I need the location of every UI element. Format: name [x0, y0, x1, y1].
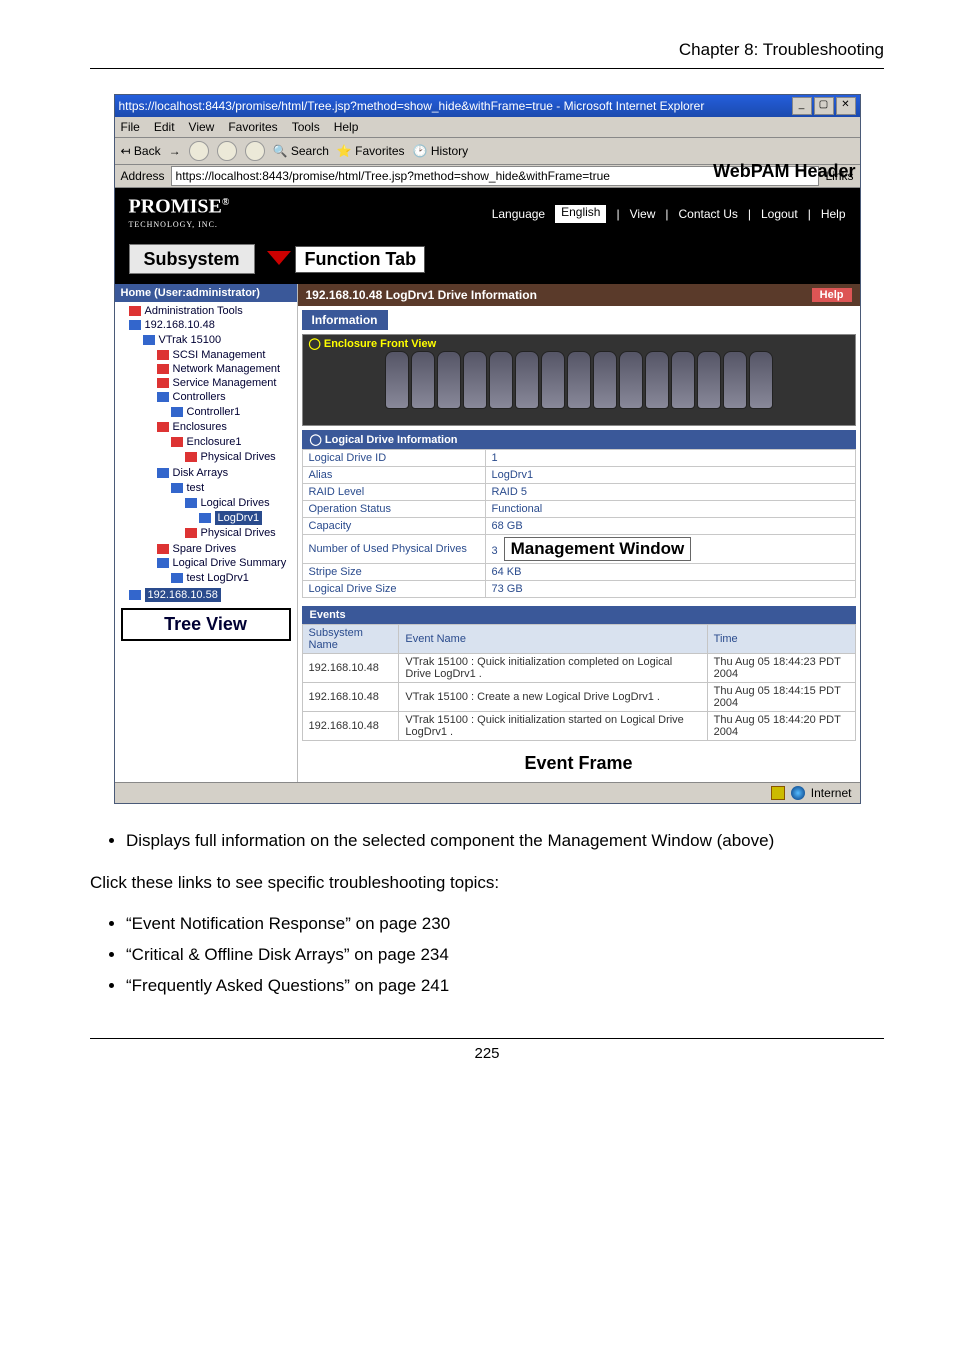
callout-arrow-icon [267, 251, 291, 265]
favorites-button[interactable]: ⭐ Favorites [337, 144, 405, 158]
link-contact[interactable]: Contact Us [679, 207, 738, 221]
tree-item[interactable]: VTrak 15100 [159, 334, 222, 346]
subsystem-tab[interactable]: Subsystem [129, 244, 255, 274]
address-label: Address [121, 169, 165, 183]
events-table: Subsystem Name Event Name Time 192.168.1… [302, 624, 856, 741]
browser-window: https://localhost:8443/promise/html/Tree… [114, 94, 861, 804]
chapter-heading: Chapter 8: Troubleshooting [90, 40, 884, 60]
link-view[interactable]: View [630, 207, 656, 221]
link-item: “Critical & Offline Disk Arrays” on page… [126, 943, 884, 968]
tree-item[interactable]: SCSI Management [173, 349, 266, 361]
help-button[interactable]: Help [812, 288, 852, 302]
callout-event-frame: Event Frame [298, 749, 860, 782]
maximize-button[interactable]: ▢ [814, 97, 834, 115]
table-row: 192.168.10.48VTrak 15100 : Quick initial… [302, 654, 855, 683]
logical-drive-info-title: ◯ Logical Drive Information [302, 430, 856, 449]
callout-tree-view: Tree View [121, 608, 291, 641]
tree-item[interactable]: 192.168.10.58 [145, 588, 221, 602]
tree-home[interactable]: Home (User:administrator) [115, 284, 297, 302]
tree-item[interactable]: Enclosures [173, 421, 227, 433]
callout-function-tab: Function Tab [295, 246, 425, 273]
footer-rule [90, 1038, 884, 1039]
tree-item[interactable]: Spare Drives [173, 543, 237, 555]
link-logout[interactable]: Logout [761, 207, 798, 221]
close-button[interactable]: ✕ [836, 97, 856, 115]
info-table: Logical Drive ID1 AliasLogDrv1 RAID Leve… [302, 449, 856, 598]
callout-header: WebPAM Header [713, 161, 855, 182]
tree-item[interactable]: Disk Arrays [173, 467, 229, 479]
lock-icon [771, 786, 785, 800]
tree-item[interactable]: Logical Drive Summary [173, 557, 287, 569]
forward-button[interactable]: → [169, 144, 181, 158]
language-select[interactable]: English [555, 205, 606, 223]
tree-admin[interactable]: Administration Tools [145, 305, 243, 317]
tree-item[interactable]: Controller1 [187, 406, 241, 418]
tree-item[interactable]: Physical Drives [201, 451, 276, 463]
window-titlebar: https://localhost:8443/promise/html/Tree… [115, 95, 860, 117]
refresh-icon[interactable] [217, 141, 237, 161]
lead-text: Click these links to see specific troubl… [90, 871, 884, 896]
stop-icon[interactable] [189, 141, 209, 161]
breadcrumb: 192.168.10.48 LogDrv1 Drive Information [306, 288, 537, 302]
menu-tools[interactable]: Tools [292, 120, 320, 134]
events-title: Events [302, 606, 856, 624]
status-bar: Internet [115, 782, 860, 803]
tree-item[interactable]: Service Management [173, 377, 277, 389]
search-button[interactable]: 🔍 Search [273, 144, 329, 158]
tree-item-selected[interactable]: LogDrv1 [215, 511, 263, 525]
brand-logo: PROMISE®TECHNOLOGY, INC. [129, 196, 230, 232]
history-button[interactable]: 🕑 History [413, 144, 469, 158]
tree-host[interactable]: 192.168.10.48 [145, 319, 215, 331]
toolbar[interactable]: ↤ Back → 🔍 Search ⭐ Favorites 🕑 History … [115, 138, 860, 165]
tree-item[interactable]: Network Management [173, 363, 281, 375]
table-row: 192.168.10.48VTrak 15100 : Quick initial… [302, 712, 855, 741]
tree-item[interactable]: test [187, 482, 205, 494]
tree-item[interactable]: Physical Drives [201, 527, 276, 539]
menu-favorites[interactable]: Favorites [228, 120, 277, 134]
tree-item[interactable]: test LogDrv1 [187, 572, 249, 584]
col-subsystem[interactable]: Subsystem Name [302, 625, 399, 654]
status-zone: Internet [811, 786, 852, 800]
tree-item[interactable]: Controllers [173, 391, 226, 403]
tree-item[interactable]: Logical Drives [201, 497, 270, 509]
callout-management-window: Management Window [504, 537, 692, 561]
minimize-button[interactable]: _ [792, 97, 812, 115]
rule [90, 68, 884, 69]
page-number: 225 [90, 1045, 884, 1062]
table-row: 192.168.10.48VTrak 15100 : Create a new … [302, 683, 855, 712]
enclosure-title: ◯ Enclosure Front View [309, 337, 437, 350]
tab-information[interactable]: Information [302, 310, 388, 330]
window-title: https://localhost:8443/promise/html/Tree… [119, 99, 705, 113]
app-header: PROMISE®TECHNOLOGY, INC. Language Englis… [115, 188, 860, 240]
menu-help[interactable]: Help [334, 120, 359, 134]
enclosure-view: ◯ Enclosure Front View [302, 334, 856, 426]
menu-edit[interactable]: Edit [154, 120, 175, 134]
home-icon[interactable] [245, 141, 265, 161]
link-item: “Frequently Asked Questions” on page 241 [126, 974, 884, 999]
management-pane: 192.168.10.48 LogDrv1 Drive Information … [298, 284, 860, 782]
subsystem-strip: Subsystem Function Tab [115, 240, 860, 284]
link-help[interactable]: Help [821, 207, 846, 221]
link-item: “Event Notification Response” on page 23… [126, 912, 884, 937]
back-button[interactable]: ↤ Back [121, 144, 161, 158]
language-label: Language [492, 207, 545, 221]
tree-view[interactable]: Home (User:administrator) Administration… [115, 284, 298, 782]
col-event[interactable]: Event Name [399, 625, 707, 654]
tree-item[interactable]: Enclosure1 [187, 436, 242, 448]
col-time[interactable]: Time [707, 625, 855, 654]
menubar[interactable]: File Edit View Favorites Tools Help [115, 117, 860, 138]
caption-text: Displays full information on the selecte… [126, 829, 884, 854]
globe-icon [791, 786, 805, 800]
menu-view[interactable]: View [189, 120, 215, 134]
menu-file[interactable]: File [121, 120, 140, 134]
